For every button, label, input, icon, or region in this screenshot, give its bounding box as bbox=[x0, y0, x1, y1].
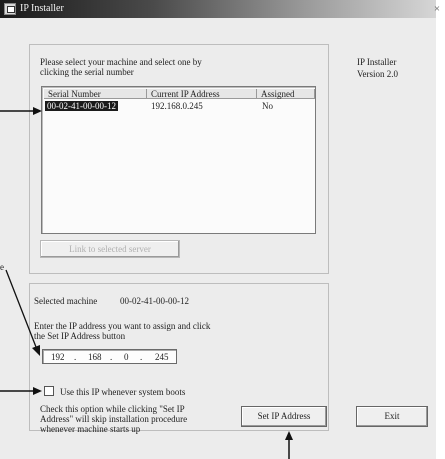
ip-installer-window: IP Installer Please select your machine … bbox=[0, 0, 436, 459]
column-header-ip[interactable]: Current IP Address bbox=[147, 89, 257, 99]
ip-prompt-line-1: Enter the IP address you want to assign … bbox=[34, 321, 211, 331]
set-ip-address-button[interactable]: Set IP Address bbox=[241, 406, 327, 427]
instruction-line-1: Please select your machine and select on… bbox=[40, 57, 202, 67]
hint-line-3: whenever machine starts up bbox=[40, 424, 141, 434]
ip-octet-2[interactable]: 168 bbox=[88, 352, 102, 362]
ip-dot-3: . bbox=[140, 352, 143, 362]
column-header-serial[interactable]: Serial Number bbox=[44, 89, 147, 99]
title-bar[interactable]: IP Installer bbox=[0, 0, 436, 18]
use-ip-on-boot-checkbox[interactable] bbox=[44, 386, 54, 396]
link-server-button[interactable]: Link to selected server bbox=[40, 240, 180, 258]
selected-machine-label: Selected machine bbox=[34, 296, 98, 306]
ip-address-input[interactable]: 192 . 168 . 0 . 245 bbox=[42, 349, 177, 364]
ip-octet-4[interactable]: 245 bbox=[155, 352, 169, 362]
app-name: IP Installer bbox=[357, 57, 397, 67]
selected-machine-serial: 00-02-41-00-00-12 bbox=[120, 296, 189, 306]
instruction-line-2: clicking the serial number bbox=[40, 67, 134, 77]
ip-dot-1: . bbox=[74, 352, 77, 362]
checkbox-label[interactable]: Use this IP whenever system boots bbox=[60, 387, 185, 397]
ip-octet-1[interactable]: 192 bbox=[51, 352, 65, 362]
row-ip-cell[interactable]: 192.168.0.245 bbox=[151, 101, 203, 111]
app-icon bbox=[4, 3, 16, 15]
side-annotation-label: e bbox=[0, 262, 4, 272]
app-version: Version 2.0 bbox=[357, 69, 398, 79]
ip-octet-3[interactable]: 0 bbox=[124, 352, 129, 362]
machine-list[interactable]: Serial Number Current IP Address Assigne… bbox=[41, 86, 316, 234]
hint-line-1: Check this option while clicking "Set IP bbox=[40, 404, 185, 414]
ip-prompt-line-2: the Set IP Address button bbox=[34, 331, 126, 341]
row-assigned-cell[interactable]: No bbox=[262, 101, 273, 111]
ip-dot-2: . bbox=[110, 352, 113, 362]
exit-button[interactable]: Exit bbox=[356, 406, 428, 427]
window-title: IP Installer bbox=[20, 3, 64, 14]
hint-line-2: Address" will skip installation procedur… bbox=[40, 414, 188, 424]
row-serial-cell[interactable]: 00-02-41-00-00-12 bbox=[45, 101, 118, 111]
close-icon[interactable]: × bbox=[430, 2, 444, 16]
column-header-assigned[interactable]: Assigned bbox=[257, 89, 315, 99]
